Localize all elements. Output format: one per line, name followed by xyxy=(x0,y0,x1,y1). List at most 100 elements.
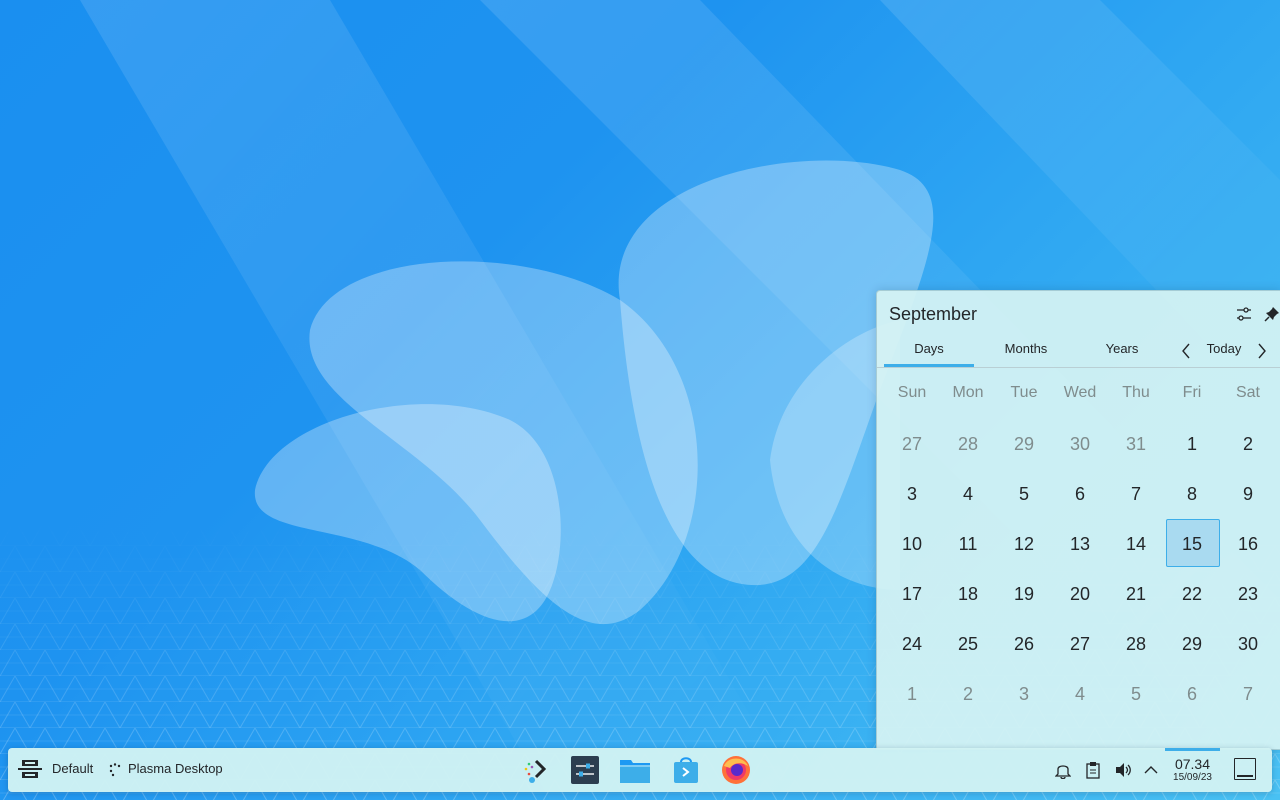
day-cell[interactable]: 6 xyxy=(1052,469,1108,519)
weekday-sat: Sat xyxy=(1235,384,1260,401)
day-number: 4 xyxy=(962,483,973,504)
day-cell[interactable]: 16 xyxy=(1220,519,1276,569)
day-number: 29 xyxy=(1013,433,1035,454)
day-number: 23 xyxy=(1237,583,1259,604)
day-cell[interactable]: 5 xyxy=(1108,669,1164,719)
day-cell[interactable]: 30 xyxy=(1220,619,1276,669)
day-cell[interactable]: 7 xyxy=(1220,669,1276,719)
day-cell[interactable]: 1 xyxy=(1164,419,1220,469)
day-cell[interactable]: 29 xyxy=(1164,619,1220,669)
tab-months[interactable]: Months xyxy=(981,335,1071,367)
day-number: 6 xyxy=(1186,683,1197,704)
show-desktop-icon[interactable] xyxy=(1234,758,1256,780)
day-cell[interactable]: 2 xyxy=(940,669,996,719)
day-cell[interactable]: 21 xyxy=(1108,569,1164,619)
day-cell[interactable]: 4 xyxy=(1052,669,1108,719)
day-cell[interactable]: 30 xyxy=(1052,419,1108,469)
clock-active-indicator xyxy=(1165,748,1220,751)
day-cell[interactable]: 22 xyxy=(1164,569,1220,619)
day-cell[interactable]: 25 xyxy=(940,619,996,669)
day-cell[interactable]: 7 xyxy=(1108,469,1164,519)
expand-tray-icon[interactable] xyxy=(1141,760,1161,780)
day-cell[interactable]: 14 xyxy=(1108,519,1164,569)
day-cell[interactable]: 5 xyxy=(996,469,1052,519)
day-number: 26 xyxy=(1013,633,1035,654)
day-number: 16 xyxy=(1237,533,1259,554)
chevron-right-icon[interactable] xyxy=(1253,341,1271,361)
day-cell[interactable]: 19 xyxy=(996,569,1052,619)
day-cell[interactable]: 31 xyxy=(1108,419,1164,469)
calendar-weeks: 27 28 29 30 31 1 2 3 4 5 6 7 8 9 10 11 12 13 14 15 16 17 18 19 2… xyxy=(884,419,1276,719)
today-button[interactable]: Today xyxy=(1199,335,1249,363)
day-number: 5 xyxy=(1018,483,1029,504)
day-number: 5 xyxy=(1130,683,1141,704)
calendar-grid: Sun Mon Tue Wed Thu Fri Sat 27 28 29 30 31 1 2 3 4 5 6 7 8… xyxy=(884,379,1276,719)
system-settings-icon[interactable] xyxy=(568,754,602,786)
day-cell[interactable]: 20 xyxy=(1052,569,1108,619)
weekday-wed: Wed xyxy=(1063,384,1097,401)
clipboard-icon[interactable] xyxy=(1083,760,1103,780)
kde-launcher-icon[interactable] xyxy=(518,754,552,786)
day-cell[interactable]: 29 xyxy=(996,419,1052,469)
day-cell[interactable]: 18 xyxy=(940,569,996,619)
day-number: 4 xyxy=(1074,683,1085,704)
activity-label[interactable]: Default xyxy=(52,761,93,776)
digital-clock[interactable]: 07.34 15/09/23 xyxy=(1165,748,1220,792)
day-cell[interactable]: 24 xyxy=(884,619,940,669)
day-cell-today[interactable]: 15 xyxy=(1164,519,1220,569)
notifications-icon[interactable] xyxy=(1053,760,1073,780)
desktop-switch-icon xyxy=(108,763,122,777)
day-cell[interactable]: 27 xyxy=(884,419,940,469)
day-cell[interactable]: 6 xyxy=(1164,669,1220,719)
week-row: 1 2 3 4 5 6 7 xyxy=(884,669,1276,719)
clock-time: 07.34 xyxy=(1174,756,1211,772)
volume-icon[interactable] xyxy=(1113,760,1133,780)
day-cell[interactable]: 10 xyxy=(884,519,940,569)
day-cell[interactable]: 28 xyxy=(940,419,996,469)
day-number: 18 xyxy=(957,583,979,604)
day-cell[interactable]: 13 xyxy=(1052,519,1108,569)
day-number: 13 xyxy=(1069,533,1091,554)
day-cell[interactable]: 1 xyxy=(884,669,940,719)
day-cell[interactable]: 12 xyxy=(996,519,1052,569)
day-number: 30 xyxy=(1237,633,1259,654)
day-cell[interactable]: 3 xyxy=(884,469,940,519)
chevron-left-icon[interactable] xyxy=(1177,341,1195,361)
day-number: 31 xyxy=(1125,433,1147,454)
weekday-row: Sun Mon Tue Wed Thu Fri Sat xyxy=(884,379,1276,407)
day-number: 19 xyxy=(1013,583,1035,604)
day-cell[interactable]: 4 xyxy=(940,469,996,519)
day-number: 11 xyxy=(958,533,978,554)
weekday-fri: Fri xyxy=(1182,384,1202,401)
activities-icon[interactable] xyxy=(18,757,42,783)
day-number: 27 xyxy=(1069,633,1091,654)
day-cell[interactable]: 26 xyxy=(996,619,1052,669)
file-manager-icon[interactable] xyxy=(618,754,652,786)
day-cell[interactable]: 11 xyxy=(940,519,996,569)
settings-sliders-icon[interactable] xyxy=(1233,303,1255,325)
day-cell[interactable]: 9 xyxy=(1220,469,1276,519)
week-row: 24 25 26 27 28 29 30 xyxy=(884,619,1276,669)
day-number: 14 xyxy=(1125,533,1147,554)
calendar-month-title: September xyxy=(889,304,978,324)
desktop-label[interactable]: Plasma Desktop xyxy=(128,761,223,776)
day-cell[interactable]: 28 xyxy=(1108,619,1164,669)
firefox-icon[interactable] xyxy=(719,754,753,786)
discover-store-icon[interactable] xyxy=(669,754,703,786)
day-number: 7 xyxy=(1130,483,1141,504)
taskbar: Default Plasma Desktop 07.34 15/09/23 xyxy=(8,748,1272,792)
week-row: 10 11 12 13 14 15 16 xyxy=(884,519,1276,569)
day-number: 3 xyxy=(906,483,917,504)
day-number: 21 xyxy=(1125,583,1147,604)
tab-years[interactable]: Years xyxy=(1077,335,1167,367)
day-cell[interactable]: 8 xyxy=(1164,469,1220,519)
tab-days[interactable]: Days xyxy=(884,335,974,367)
day-cell[interactable]: 17 xyxy=(884,569,940,619)
day-cell[interactable]: 27 xyxy=(1052,619,1108,669)
day-cell[interactable]: 3 xyxy=(996,669,1052,719)
day-cell[interactable]: 23 xyxy=(1220,569,1276,619)
week-row: 17 18 19 20 21 22 23 xyxy=(884,569,1276,619)
week-row: 3 4 5 6 7 8 9 xyxy=(884,469,1276,519)
pin-icon[interactable] xyxy=(1261,303,1280,325)
day-cell[interactable]: 2 xyxy=(1220,419,1276,469)
